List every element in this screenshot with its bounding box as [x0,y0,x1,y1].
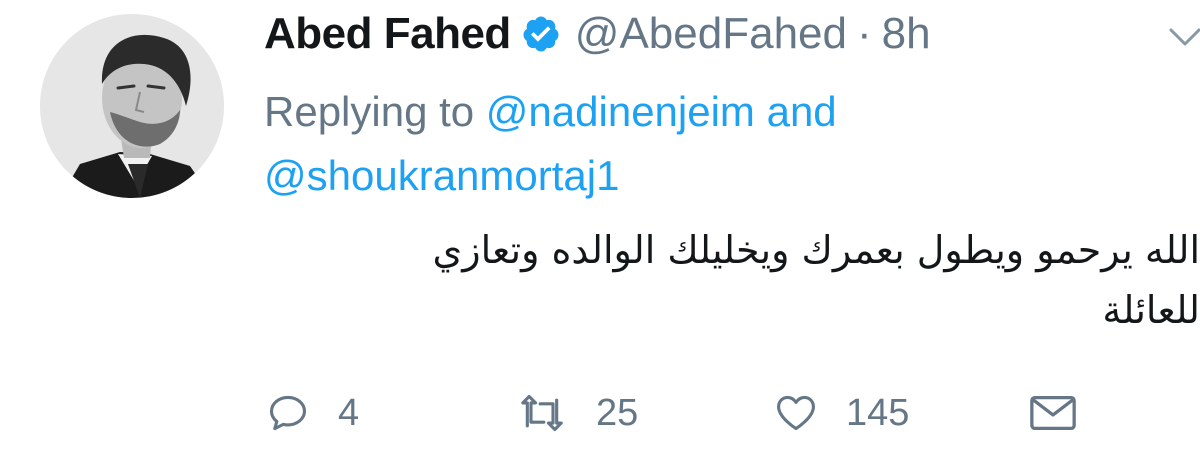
like-count: 145 [846,391,910,434]
direct-message-button[interactable] [1028,388,1078,438]
tweet[interactable]: Abed Fahed @AbedFahed · 8h Replying to @… [0,0,1200,471]
retweet-button[interactable]: 25 [516,388,638,438]
display-name[interactable]: Abed Fahed [264,9,511,59]
tweet-header: Abed Fahed @AbedFahed · 8h [264,4,931,64]
chevron-down-icon[interactable] [1168,26,1200,48]
avatar[interactable] [40,14,224,198]
like-button[interactable]: 145 [774,388,909,438]
mention-link[interactable]: @nadinenjeim [486,88,755,135]
verified-badge-icon [523,16,559,52]
profile-photo-icon [40,14,224,198]
retweet-count: 25 [596,391,639,434]
timestamp[interactable]: 8h [882,9,931,59]
mention-link[interactable]: @shoukranmortaj1 [264,152,619,199]
retweet-icon [521,394,563,432]
tweet-text: الله يرحمو ويطول بعمرك ويخليلك الوالده و… [432,228,1200,332]
separator-dot: · [856,9,872,58]
replying-to: Replying to @nadinenjeim and @shoukranmo… [264,80,1024,208]
heart-icon [777,395,815,431]
handle[interactable]: @AbedFahed [575,9,847,59]
reply-button[interactable]: 4 [266,388,359,438]
replying-conjunction: and [766,88,837,135]
reply-count: 4 [338,391,360,434]
reply-icon [269,395,307,431]
tweet-actions: 4 25 145 [266,388,1126,438]
envelope-icon [1030,395,1076,431]
replying-prefix: Replying to [264,88,475,135]
